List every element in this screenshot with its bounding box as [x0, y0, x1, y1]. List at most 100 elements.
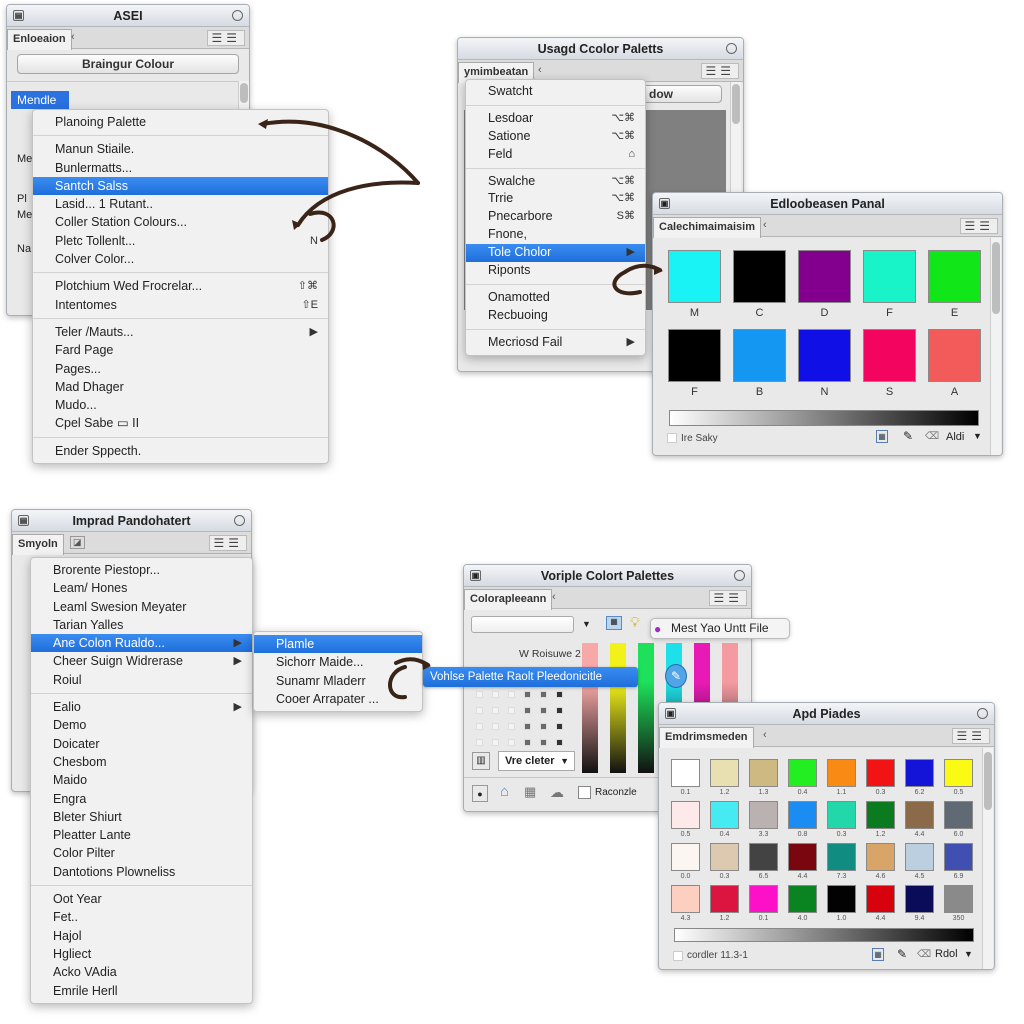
panel-titlebar[interactable]: Usagd Ccolor Paletts: [458, 38, 743, 60]
mini-swatch[interactable]: [508, 723, 515, 730]
chevron-down-icon[interactable]: ▼: [964, 949, 973, 959]
menu-item[interactable]: Leaml Swesion Meyater: [31, 598, 252, 616]
lightbulb-icon[interactable]: 💡︎: [630, 614, 640, 631]
menu-item[interactable]: Dantotions Plowneliss: [31, 863, 252, 881]
menu-item[interactable]: Emrile Herll: [31, 982, 252, 1000]
delete-icon[interactable]: ⌫: [917, 949, 931, 960]
dropdown-vre-cleter[interactable]: Vre cleter ▼: [498, 751, 575, 771]
tab-main[interactable]: Colorapleeann: [464, 589, 553, 610]
new-swatch-icon[interactable]: ▦: [876, 430, 888, 443]
palette-name-input[interactable]: [471, 616, 574, 633]
color-swatch[interactable]: [905, 759, 934, 787]
mini-swatch[interactable]: [492, 691, 499, 698]
menu-item[interactable]: Engra: [31, 790, 252, 808]
home-icon[interactable]: ⌂: [500, 783, 509, 800]
menu-item[interactable]: Brorente Piestopr...: [31, 561, 252, 579]
color-swatch[interactable]: [788, 801, 817, 829]
color-swatch[interactable]: [749, 885, 778, 913]
close-icon[interactable]: [977, 708, 988, 719]
mini-swatch[interactable]: [540, 723, 547, 730]
close-icon[interactable]: [234, 515, 245, 526]
menu-item[interactable]: Ender Sppecth.: [33, 442, 328, 460]
mini-swatch[interactable]: [476, 691, 483, 698]
tab-main[interactable]: Emdrimsmeden: [659, 727, 754, 748]
menu-item[interactable]: Hajol: [31, 927, 252, 945]
color-swatch[interactable]: [866, 885, 895, 913]
color-swatch[interactable]: [827, 885, 856, 913]
menu-item[interactable]: Colver Color...: [33, 250, 328, 268]
color-swatch[interactable]: [710, 759, 739, 787]
menu-item[interactable]: Sichorr Maide...: [254, 653, 422, 671]
tab-main[interactable]: Smyoln: [12, 534, 64, 555]
mini-swatch[interactable]: [524, 723, 531, 730]
panel-menu-icon[interactable]: ☰☰: [709, 590, 747, 606]
mini-swatch[interactable]: [556, 739, 563, 746]
mini-swatch[interactable]: [556, 723, 563, 730]
menu-item[interactable]: Bleter Shiurt: [31, 808, 252, 826]
color-bar[interactable]: [638, 643, 654, 773]
menu-item[interactable]: Manun Stiaile.: [33, 140, 328, 158]
back-icon[interactable]: ‹: [71, 31, 75, 43]
color-swatch[interactable]: [928, 329, 981, 382]
color-swatch[interactable]: [710, 843, 739, 871]
back-icon[interactable]: ‹: [763, 729, 767, 741]
edit-icon[interactable]: ✎: [903, 429, 913, 443]
menu-item[interactable]: Planoing Palette: [33, 113, 328, 131]
color-swatch[interactable]: [905, 885, 934, 913]
menu-item[interactable]: Demo: [31, 716, 252, 734]
eye-icon[interactable]: ●: [472, 785, 488, 802]
menu-item[interactable]: Tole Cholor ▶: [466, 244, 645, 263]
menu-item[interactable]: Onamotted: [466, 289, 645, 307]
color-swatch[interactable]: [788, 759, 817, 787]
menu-item[interactable]: Ane Colon Rualdo... ▶: [31, 634, 252, 653]
color-swatch[interactable]: [671, 885, 700, 913]
menu-item[interactable]: Coller Station Colours...: [33, 213, 328, 231]
menu-item[interactable]: Hgliect: [31, 945, 252, 963]
color-swatch[interactable]: [749, 801, 778, 829]
menu-item[interactable]: Mad Dhager: [33, 378, 328, 396]
mini-swatch[interactable]: [524, 707, 531, 714]
menu-item[interactable]: Fet..: [31, 908, 252, 926]
brightness-gradient-bar[interactable]: [669, 410, 979, 426]
checkbox[interactable]: [578, 786, 591, 799]
color-swatch[interactable]: [710, 801, 739, 829]
scrollbar[interactable]: [990, 238, 1001, 455]
calendar-icon[interactable]: ▦: [524, 784, 536, 800]
panel-menu-icon[interactable]: ☰☰: [952, 728, 990, 744]
menu-item[interactable]: Pletc Tollenlt... N: [33, 232, 328, 250]
checkbox[interactable]: [673, 951, 683, 961]
menu-item[interactable]: Trrie ⌥⌘: [466, 190, 645, 208]
mini-swatch[interactable]: [492, 723, 499, 730]
menu-item[interactable]: Fnone,: [466, 226, 645, 244]
menu-item[interactable]: Chesbom: [31, 753, 252, 771]
color-swatch[interactable]: [866, 801, 895, 829]
menu-item[interactable]: Satione ⌥⌘: [466, 128, 645, 146]
color-swatch[interactable]: [798, 329, 851, 382]
color-swatch[interactable]: [944, 759, 973, 787]
color-swatch[interactable]: [671, 843, 700, 871]
close-icon[interactable]: [726, 43, 737, 54]
mini-swatch[interactable]: [492, 707, 499, 714]
grid-toggle-icon[interactable]: ▥: [472, 752, 490, 770]
menu-item[interactable]: Pages...: [33, 360, 328, 378]
mini-swatch[interactable]: [476, 707, 483, 714]
menu-item[interactable]: Swalche ⌥⌘: [466, 173, 645, 191]
back-icon[interactable]: ‹: [763, 219, 767, 231]
selected-item-mendle[interactable]: Mendle: [11, 91, 69, 109]
menu-item[interactable]: Pleatter Lante: [31, 826, 252, 844]
mini-swatch[interactable]: [476, 723, 483, 730]
color-bar[interactable]: [582, 643, 598, 773]
chevron-down-icon[interactable]: ▼: [973, 431, 982, 441]
panel-menu-icon[interactable]: ☰☰: [209, 535, 247, 551]
menu-item[interactable]: Tarian Yalles: [31, 616, 252, 634]
menu-item[interactable]: Swatcht: [466, 83, 645, 101]
menu-item[interactable]: Roiul: [31, 671, 252, 689]
color-swatch[interactable]: [866, 843, 895, 871]
brightness-gradient-bar[interactable]: [674, 928, 974, 942]
highlight-bar[interactable]: Vohlse Palette Raolt Pleedonicitle: [423, 667, 638, 687]
checkbox[interactable]: [667, 433, 677, 443]
edit-bubble-icon[interactable]: ✎: [665, 664, 687, 688]
panel-titlebar[interactable]: ▣ Apd Piades: [659, 703, 994, 725]
color-bar[interactable]: [610, 643, 626, 773]
palette-view-icon[interactable]: ▦: [606, 616, 622, 630]
